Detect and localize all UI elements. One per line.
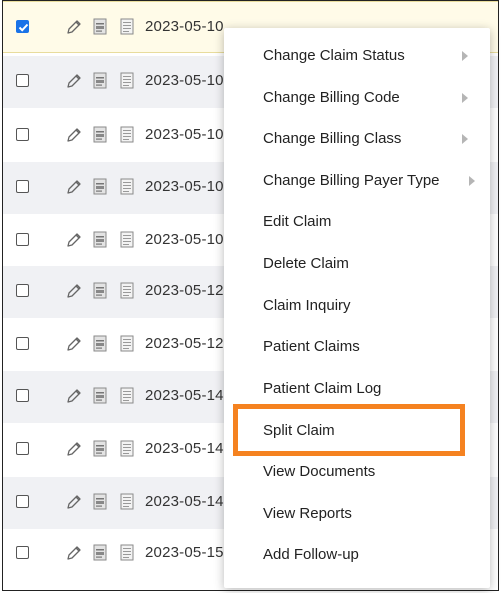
row-date: 2023-05-12 <box>145 282 224 299</box>
notes-icon[interactable] <box>120 544 134 566</box>
notes-icon[interactable] <box>120 335 134 357</box>
menu-item-change-billing-payer-type[interactable]: Change Billing Payer Type <box>224 161 490 202</box>
menu-item-change-claim-status[interactable]: Change Claim Status <box>224 36 490 77</box>
menu-item-label: Change Billing Class <box>263 130 402 147</box>
document-icon[interactable] <box>93 72 107 94</box>
row-checkbox[interactable] <box>16 442 29 455</box>
pencil-icon[interactable] <box>65 335 83 358</box>
menu-item-delete-claim[interactable]: Delete Claim <box>224 244 490 285</box>
pencil-icon[interactable] <box>65 387 83 410</box>
menu-item-label: Edit Claim <box>263 213 332 230</box>
row-date: 2023-05-10 <box>145 126 224 143</box>
row-date: 2023-05-14 <box>145 387 224 404</box>
document-icon[interactable] <box>93 544 107 566</box>
menu-item-change-billing-class[interactable]: Change Billing Class <box>224 119 490 160</box>
split-claim-highlight-box <box>233 404 465 456</box>
menu-item-label: Change Billing Code <box>263 89 400 106</box>
document-icon[interactable] <box>93 231 107 253</box>
row-checkbox[interactable] <box>16 495 29 508</box>
row-checkbox[interactable] <box>16 389 29 402</box>
row-date: 2023-05-10 <box>145 231 224 248</box>
menu-item-patient-claims[interactable]: Patient Claims <box>224 327 490 368</box>
pencil-icon[interactable] <box>65 126 83 149</box>
chevron-right-icon <box>469 176 475 186</box>
row-checkbox[interactable] <box>16 233 29 246</box>
pencil-icon[interactable] <box>65 282 83 305</box>
document-icon[interactable] <box>93 387 107 409</box>
document-icon[interactable] <box>93 126 107 148</box>
pencil-icon[interactable] <box>65 72 83 95</box>
menu-item-label: Delete Claim <box>263 255 349 272</box>
menu-item-label: View Documents <box>263 463 376 480</box>
notes-icon[interactable] <box>120 178 134 200</box>
row-date: 2023-05-12 <box>145 335 224 352</box>
menu-item-label: View Reports <box>263 505 352 522</box>
row-checkbox[interactable] <box>16 337 29 350</box>
row-checkbox[interactable] <box>16 546 29 559</box>
row-date: 2023-05-15 <box>145 544 224 561</box>
menu-item-label: Change Claim Status <box>263 47 405 64</box>
document-icon[interactable] <box>93 178 107 200</box>
row-checkbox[interactable] <box>16 128 29 141</box>
notes-icon[interactable] <box>120 72 134 94</box>
menu-item-claim-inquiry[interactable]: Claim Inquiry <box>224 286 490 327</box>
pencil-icon[interactable] <box>65 493 83 516</box>
document-icon[interactable] <box>93 18 107 40</box>
row-date: 2023-05-10 <box>145 72 224 89</box>
pencil-icon[interactable] <box>65 440 83 463</box>
document-icon[interactable] <box>93 440 107 462</box>
row-checkbox[interactable] <box>16 74 29 87</box>
chevron-right-icon <box>462 93 468 103</box>
notes-icon[interactable] <box>120 231 134 253</box>
notes-icon[interactable] <box>120 493 134 515</box>
notes-icon[interactable] <box>120 440 134 462</box>
context-menu: Change Claim Status Change Billing Code Ch… <box>224 28 490 588</box>
row-date: 2023-05-14 <box>145 493 224 510</box>
row-date: 2023-05-14 <box>145 440 224 457</box>
notes-icon[interactable] <box>120 282 134 304</box>
pencil-icon[interactable] <box>65 544 83 567</box>
row-checkbox[interactable] <box>16 284 29 297</box>
notes-icon[interactable] <box>120 18 134 40</box>
menu-item-label: Add Follow-up <box>263 546 359 563</box>
menu-item-change-billing-code[interactable]: Change Billing Code <box>224 78 490 119</box>
pencil-icon[interactable] <box>65 18 83 41</box>
menu-item-label: Patient Claims <box>263 338 360 355</box>
pencil-icon[interactable] <box>65 231 83 254</box>
chevron-right-icon <box>462 51 468 61</box>
menu-item-edit-claim[interactable]: Edit Claim <box>224 202 490 243</box>
menu-item-label: Patient Claim Log <box>263 380 382 397</box>
document-icon[interactable] <box>93 335 107 357</box>
pencil-icon[interactable] <box>65 178 83 201</box>
menu-item-label: Change Billing Payer Type <box>263 172 440 189</box>
menu-item-view-reports[interactable]: View Reports <box>224 494 490 535</box>
row-date: 2023-05-10 <box>145 18 224 35</box>
notes-icon[interactable] <box>120 387 134 409</box>
menu-item-add-follow-up[interactable]: Add Follow-up <box>224 535 490 576</box>
chevron-right-icon <box>462 134 468 144</box>
menu-item-view-documents[interactable]: View Documents <box>224 452 490 493</box>
row-checkbox[interactable] <box>16 180 29 193</box>
menu-item-label: Claim Inquiry <box>263 297 351 314</box>
notes-icon[interactable] <box>120 126 134 148</box>
document-icon[interactable] <box>93 493 107 515</box>
row-date: 2023-05-10 <box>145 178 224 195</box>
row-checkbox[interactable] <box>16 20 29 33</box>
document-icon[interactable] <box>93 282 107 304</box>
